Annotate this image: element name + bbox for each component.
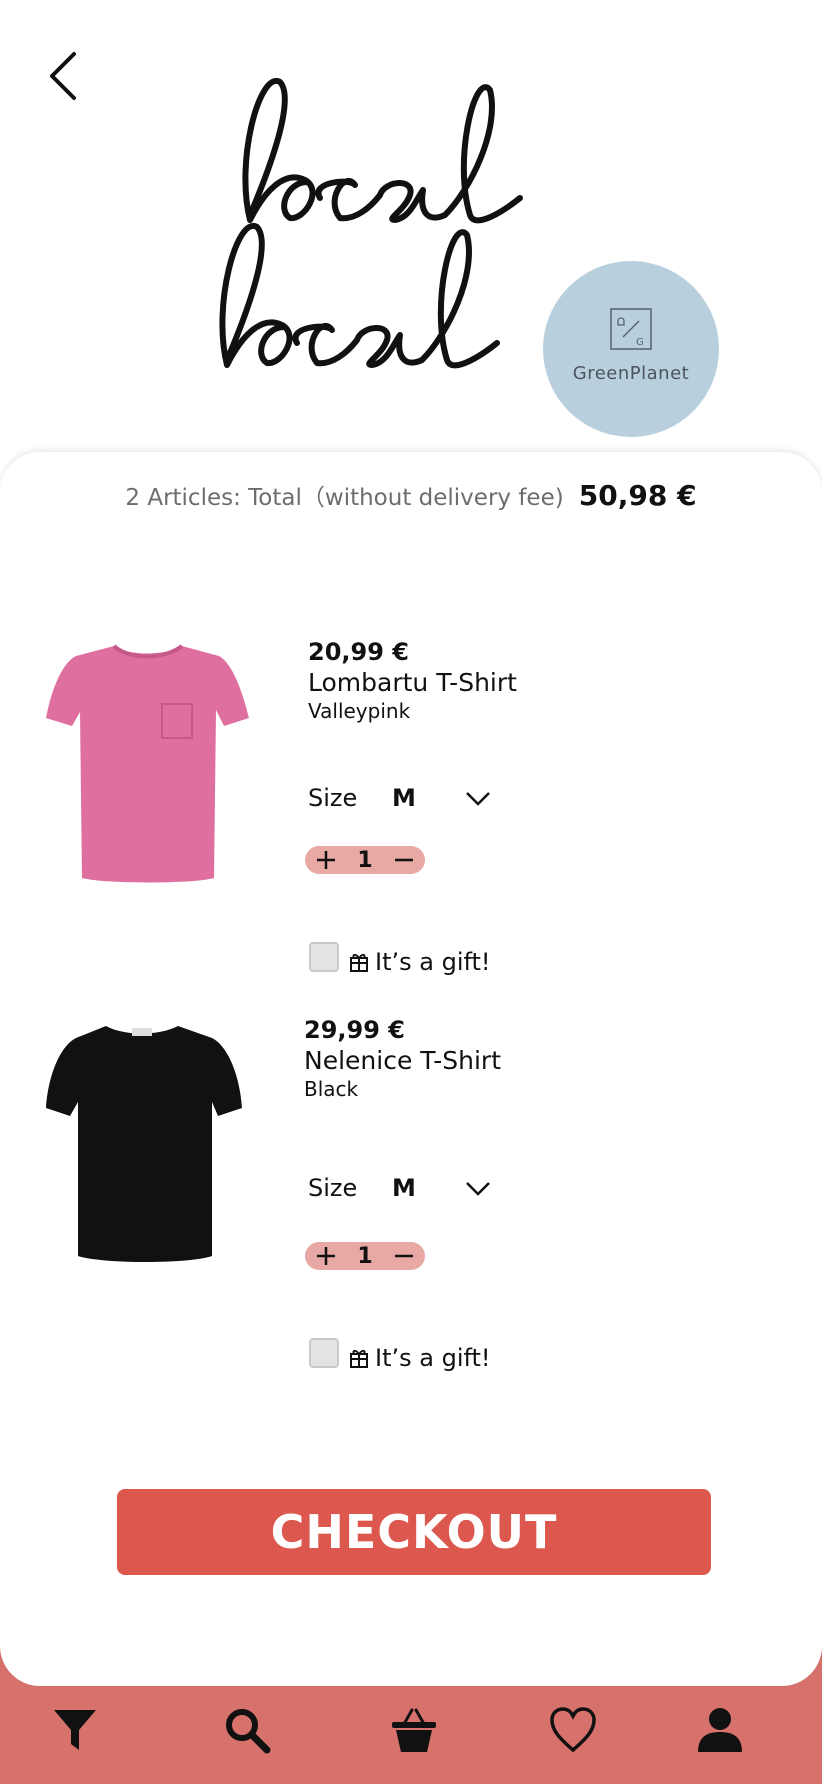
item-info: 20,99 € Lombartu T-Shirt Valleypink Size… [305, 638, 768, 976]
pink-tshirt-image[interactable] [44, 638, 252, 894]
gift-checkbox[interactable] [309, 1338, 339, 1368]
store-badge[interactable]: G GreenPlanet [543, 261, 719, 437]
summary-label: 2 Articles: Total（without delivery fee) [125, 485, 564, 511]
gift-label: It’s a gift! [375, 1344, 491, 1372]
cart-item: 29,99 € Nelenice T-Shirt Black Size M 1 [0, 1016, 822, 1376]
quantity-value: 1 [357, 847, 373, 873]
user-icon[interactable] [696, 1706, 744, 1754]
gift-option: It’s a gift! [309, 1334, 491, 1372]
gift-option: It’s a gift! [309, 938, 491, 976]
minus-icon [395, 1254, 413, 1258]
black-tshirt-image[interactable] [44, 1016, 252, 1272]
gift-icon [350, 953, 368, 972]
gift-icon [350, 1349, 368, 1368]
store-logo-mark: G [610, 307, 652, 350]
brand-logo [205, 70, 585, 380]
search-icon[interactable] [223, 1706, 271, 1754]
chevron-left-icon [50, 52, 76, 100]
plus-icon [317, 1247, 335, 1265]
gift-label: It’s a gift! [375, 948, 491, 976]
cart-total: 50,98 € [578, 478, 697, 512]
item-color: Black [304, 1077, 359, 1101]
back-button[interactable] [44, 48, 84, 104]
cart-sheet: 2 Articles: Total（without delivery fee) … [0, 452, 822, 1686]
cart-summary: 2 Articles: Total（without delivery fee) … [0, 478, 822, 512]
store-name: GreenPlanet [572, 362, 690, 384]
item-name: Lombartu T-Shirt [308, 668, 517, 697]
item-price: 29,99 € [304, 1016, 405, 1044]
heart-icon[interactable] [549, 1706, 597, 1754]
svg-text:G: G [636, 337, 644, 348]
size-select[interactable]: Size M [308, 781, 508, 815]
decrease-button[interactable] [393, 1245, 415, 1267]
cart-item: 20,99 € Lombartu T-Shirt Valleypink Size… [0, 638, 822, 998]
plus-icon [317, 851, 335, 869]
quantity-value: 1 [357, 1243, 373, 1269]
size-value: M [392, 784, 416, 812]
checkout-button[interactable]: CHECKOUT [117, 1489, 711, 1575]
item-name: Nelenice T-Shirt [304, 1046, 502, 1075]
minus-icon [395, 858, 413, 862]
size-value: M [392, 1174, 416, 1202]
filter-icon[interactable] [51, 1706, 99, 1754]
basket-icon[interactable] [390, 1706, 438, 1754]
size-select[interactable]: Size M [308, 1171, 508, 1205]
gift-checkbox[interactable] [309, 942, 339, 972]
item-color: Valleypink [308, 699, 411, 723]
chevron-down-icon [466, 1182, 490, 1196]
size-label: Size [308, 784, 358, 812]
size-label: Size [308, 1174, 358, 1202]
increase-button[interactable] [315, 849, 337, 871]
item-price: 20,99 € [308, 638, 409, 666]
item-info: 29,99 € Nelenice T-Shirt Black Size M 1 [304, 1016, 764, 1372]
increase-button[interactable] [315, 1245, 337, 1267]
chevron-down-icon [466, 792, 490, 806]
decrease-button[interactable] [393, 849, 415, 871]
quantity-stepper: 1 [305, 846, 425, 874]
quantity-stepper: 1 [305, 1242, 425, 1270]
